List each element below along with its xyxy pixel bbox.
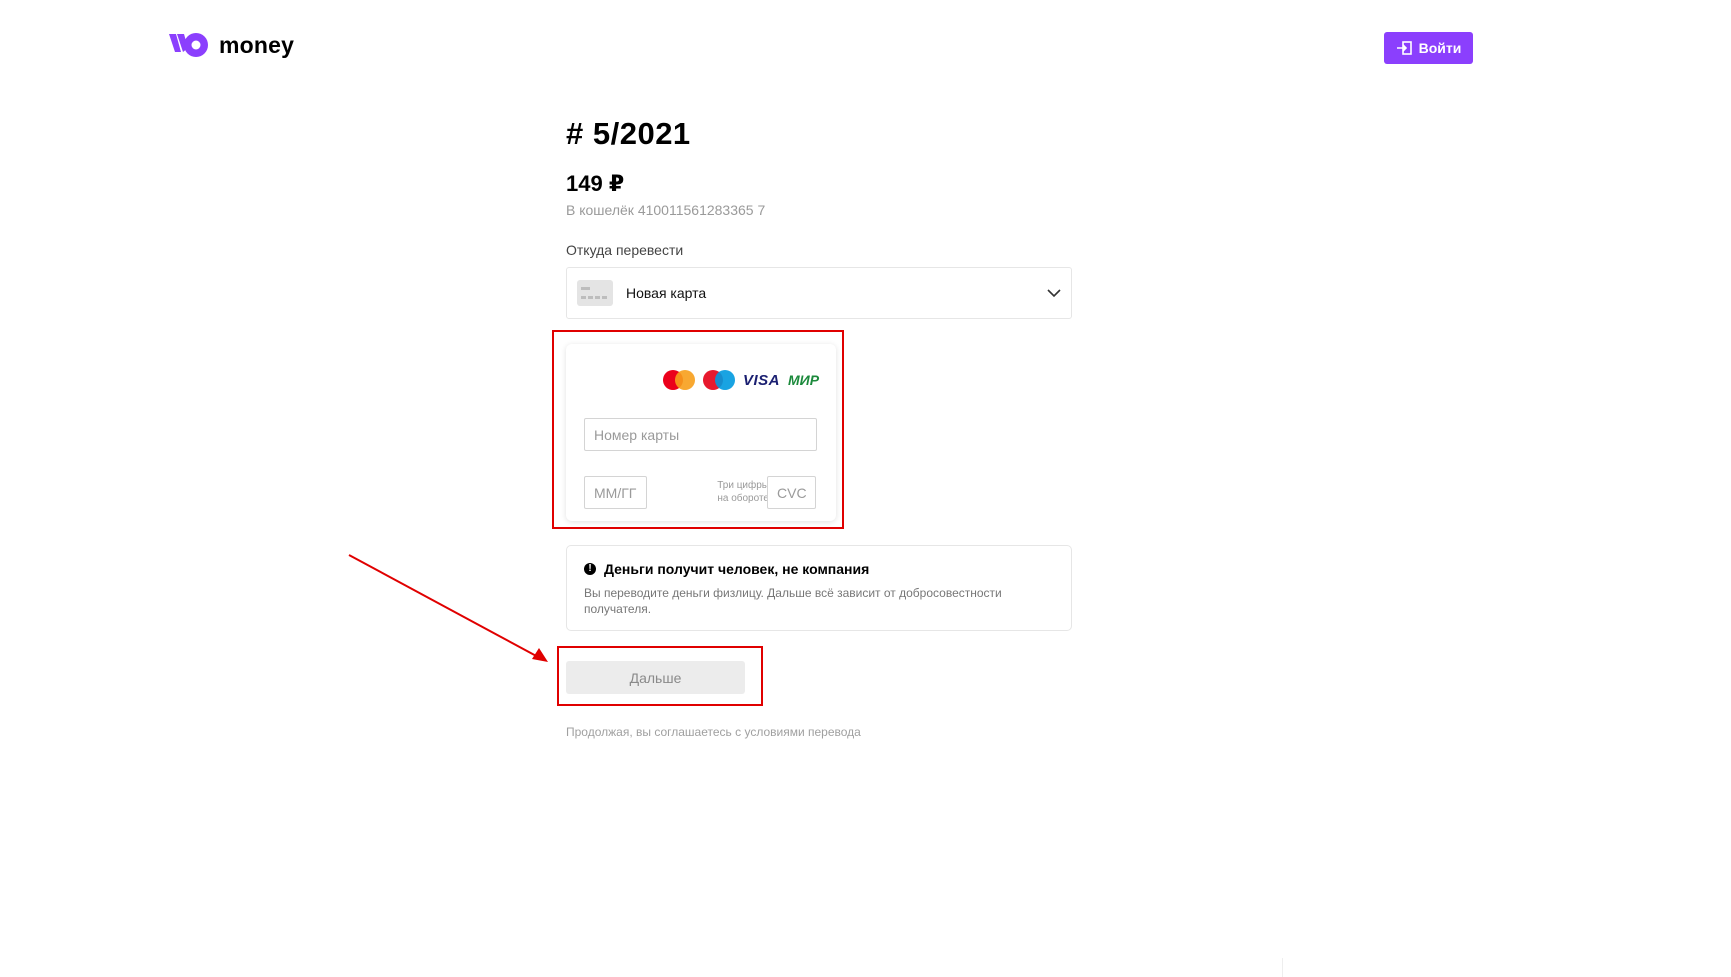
highlight-box-next-button <box>557 646 763 706</box>
wallet-number: В кошелёк 410011561283365 7 <box>566 202 766 218</box>
exclamation-icon: ! <box>584 563 596 575</box>
notice-title: Деньги получит человек, не компания <box>604 561 870 577</box>
payment-source-value: Новая карта <box>626 285 707 301</box>
login-button[interactable]: Войти <box>1384 32 1473 64</box>
divider <box>1282 958 1283 977</box>
source-label: Откуда перевести <box>566 242 684 258</box>
highlight-box-card-form <box>552 330 844 529</box>
yoomoney-logo-icon <box>169 33 208 57</box>
notice-text: Вы переводите деньги физлицу. Дальше всё… <box>584 586 1002 616</box>
terms-text: Продолжая, вы соглашаетесь с условиями п… <box>566 725 861 739</box>
amount: 149 ₽ <box>566 171 625 196</box>
login-label: Войти <box>1418 40 1462 56</box>
logo[interactable]: money <box>167 30 294 60</box>
chevron-down-icon <box>1047 288 1061 297</box>
annotation-arrow-icon <box>348 554 548 662</box>
logo-text: money <box>219 31 295 58</box>
page-title: # 5/2021 <box>566 116 691 151</box>
payment-source-select[interactable]: Новая карта <box>566 267 1072 319</box>
card-icon <box>577 280 613 306</box>
login-icon <box>1396 41 1412 55</box>
